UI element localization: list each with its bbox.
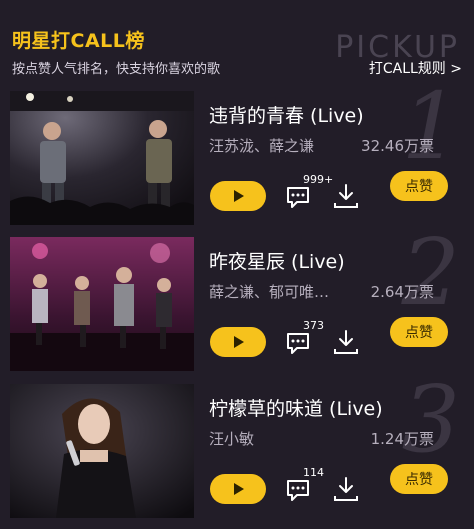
comment-count: 373 [303,319,324,332]
play-button[interactable] [210,181,266,211]
comment-button[interactable] [284,183,312,211]
song-title[interactable]: 昨夜星辰 (Live) [209,247,345,274]
vote-count: 32.46万票 [361,137,434,155]
download-icon [334,477,358,501]
comment-icon [287,187,309,208]
song-title[interactable]: 柠檬草的味道 (Live) [209,394,383,421]
rank-number: 1 [401,73,460,180]
vote-count: 2.64万票 [370,283,434,301]
chart-item: 2 昨夜星辰 (Live) 薛之谦、郁可唯、... 2.64万票 373 点赞 [0,227,474,375]
comment-button[interactable] [284,476,312,504]
play-icon [234,336,244,348]
comment-count: 114 [303,466,324,479]
artist-name: 汪小敏 [209,430,255,448]
download-icon [334,184,358,208]
song-thumbnail[interactable] [10,91,194,225]
artist-name: 汪苏泷、薛之谦 [209,137,315,155]
artist-name: 薛之谦、郁可唯、... [209,283,337,301]
play-icon [234,190,244,202]
like-button[interactable]: 点赞 [390,464,448,494]
page-title: 明星打CALL榜 [12,30,145,52]
like-button[interactable]: 点赞 [390,317,448,347]
download-icon [334,330,358,354]
vote-count: 1.24万票 [370,430,434,448]
like-button[interactable]: 点赞 [390,171,448,201]
song-title[interactable]: 违背的青春 (Live) [209,101,364,128]
comment-icon [287,480,309,501]
download-button[interactable] [332,328,360,356]
play-icon [234,483,244,495]
comment-icon [287,333,309,354]
comment-count: 999+ [303,173,334,186]
download-button[interactable] [332,475,360,503]
chart-item: 1 违背的青春 (Live) 汪苏泷、薛之谦 32.46万票 999+ 点赞 [0,81,474,229]
song-thumbnail[interactable] [10,384,194,518]
play-button[interactable] [210,327,266,357]
chart-item: 3 柠檬草的味道 (Live) 汪小敏 1.24万票 114 点赞 [0,374,474,522]
comment-button[interactable] [284,329,312,357]
play-button[interactable] [210,474,266,504]
rank-number: 2 [401,219,460,326]
page-subtitle: 按点赞人气排名，快支持你喜欢的歌 [12,62,221,77]
rank-number: 3 [401,366,460,473]
song-thumbnail[interactable] [10,237,194,371]
download-button[interactable] [332,182,360,210]
